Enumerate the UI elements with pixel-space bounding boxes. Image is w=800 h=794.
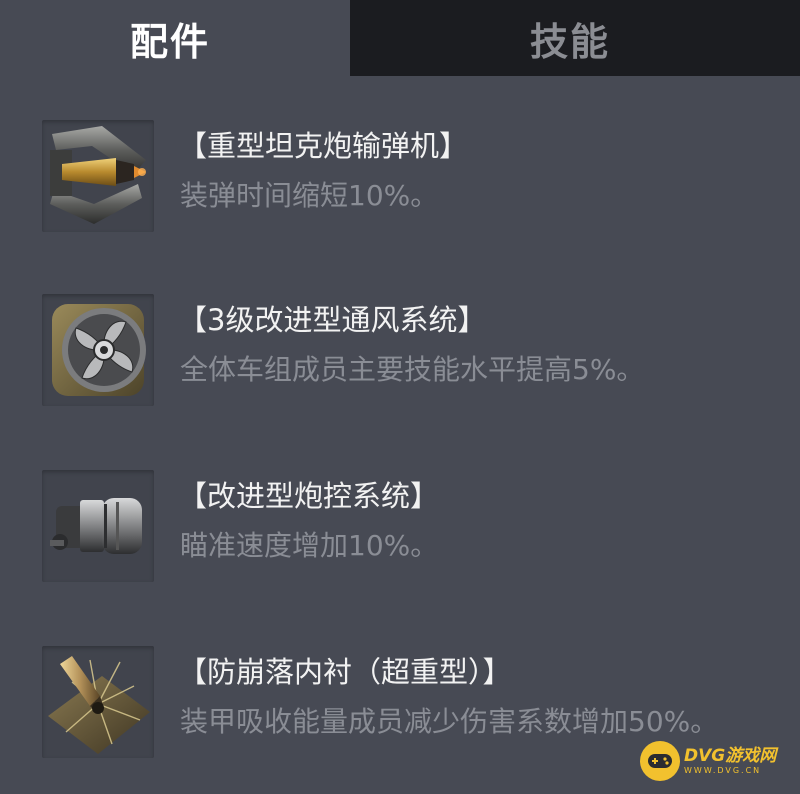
gun-control-icon <box>42 470 154 582</box>
watermark-main: DVG游戏网 <box>684 745 777 766</box>
ventilation-fan-icon <box>42 294 154 406</box>
watermark-sub: WWW.DVG.CN <box>684 765 762 775</box>
list-item[interactable]: 【重型坦克炮输弹机】 装弹时间缩短10%。 <box>0 120 800 250</box>
item-description: 装甲吸收能量成员减少伤害系数增加50%。 <box>180 705 719 738</box>
item-description: 全体车组成员主要技能水平提高5%。 <box>180 353 645 386</box>
list-item[interactable]: 【改进型炮控系统】 瞄准速度增加10%。 <box>0 470 800 600</box>
rammer-icon <box>42 120 154 232</box>
item-title: 【防崩落内衬（超重型）】 <box>178 655 512 689</box>
item-title: 【3级改进型通风系统】 <box>178 303 487 337</box>
item-title: 【改进型炮控系统】 <box>178 479 440 513</box>
watermark: DVG游戏网 WWW.DVG.CN <box>640 736 790 786</box>
tab-bar: 配件 技能 <box>0 0 800 76</box>
item-title: 【重型坦克炮输弹机】 <box>178 129 469 163</box>
item-description: 瞄准速度增加10%。 <box>180 529 439 562</box>
tab-equipment[interactable]: 配件 <box>0 0 350 76</box>
watermark-text: DVG游戏网 WWW.DVG.CN <box>684 745 777 775</box>
gamepad-logo-icon <box>640 741 680 781</box>
list-item[interactable]: 【3级改进型通风系统】 全体车组成员主要技能水平提高5%。 <box>0 294 800 424</box>
spall-liner-icon <box>42 646 154 758</box>
item-description: 装弹时间缩短10%。 <box>180 179 439 212</box>
tab-skills[interactable]: 技能 <box>350 0 800 76</box>
